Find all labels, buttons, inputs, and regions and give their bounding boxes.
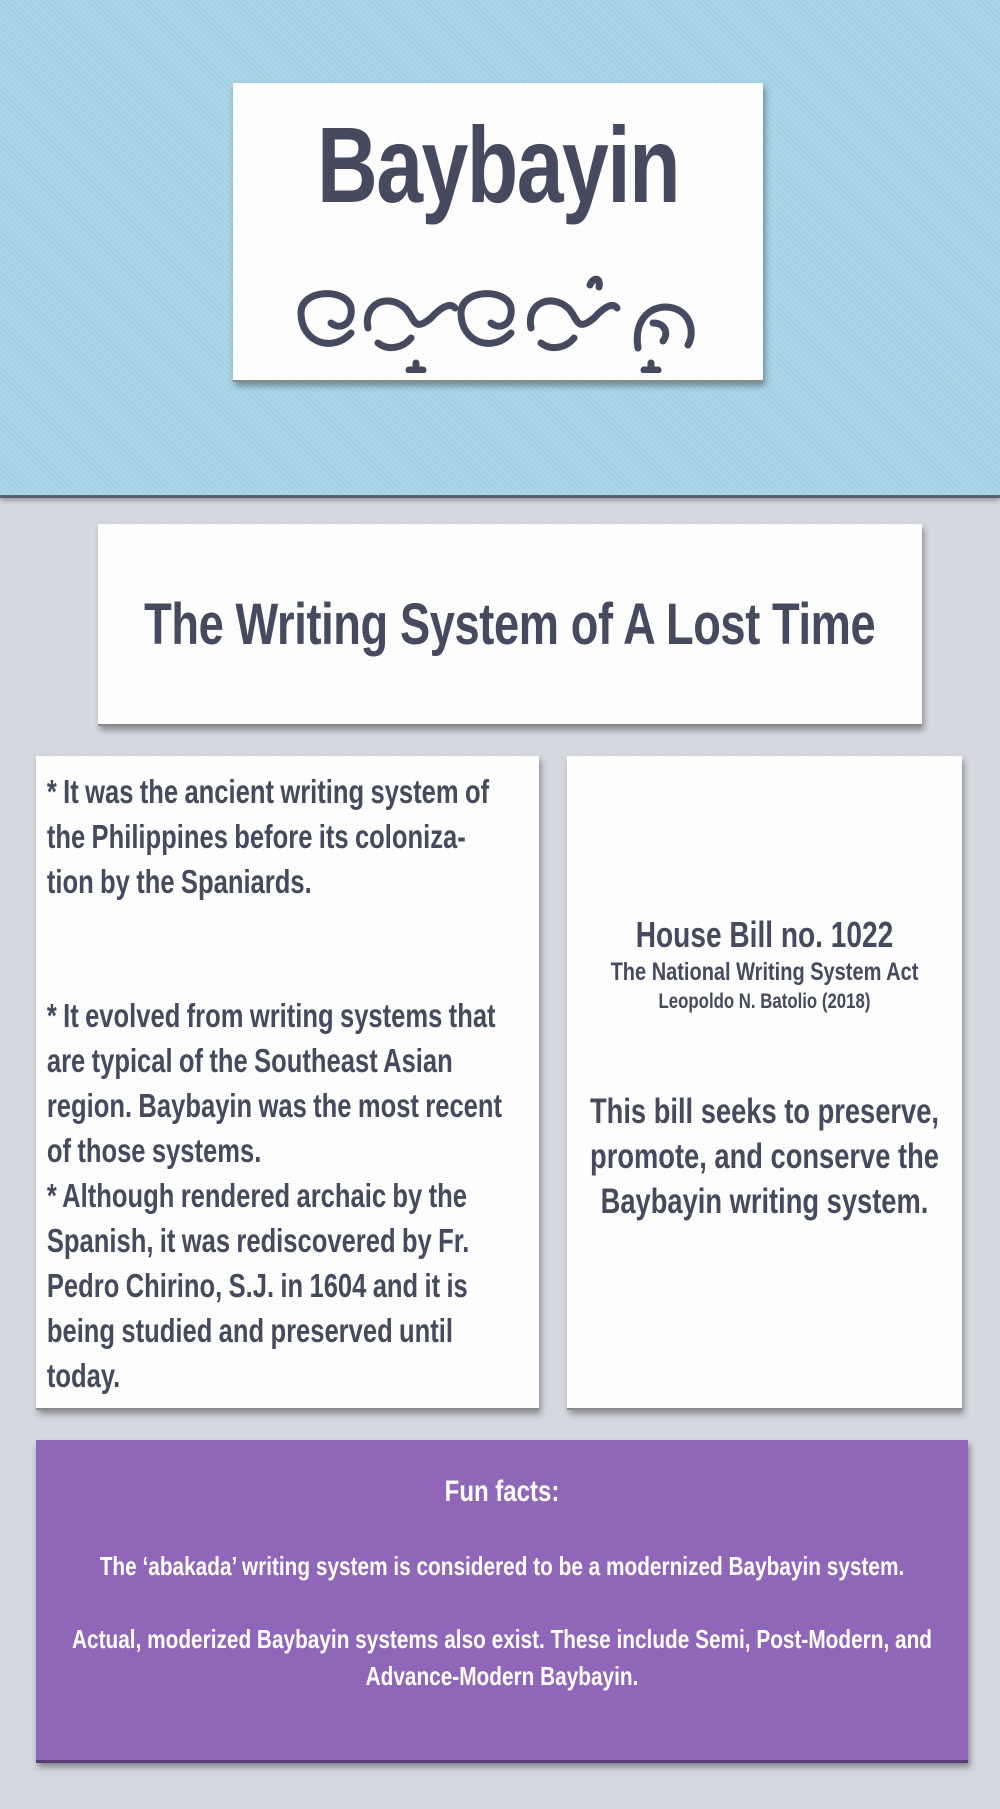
- header-band: Baybayin: [0, 0, 1000, 498]
- history-fact-3: * Although rendered archaic by the Spani…: [46, 1177, 470, 1394]
- fun-fact-1: The ‘abakada’ writing system is consider…: [99, 1551, 905, 1581]
- bill-description: This bill seeks to preserve, promote, an…: [589, 1092, 940, 1221]
- history-fact-1: * It was the ancient writing system of t…: [46, 773, 490, 900]
- history-fact-2: * It evolved from writing systems that a…: [46, 997, 503, 1169]
- history-card: * It was the ancient writing system of t…: [36, 756, 539, 1410]
- bill-card: House Bill no. 1022 The National Writing…: [567, 756, 962, 1410]
- bill-title: House Bill no. 1022: [635, 914, 894, 955]
- subtitle: The Writing System of A Lost Time: [144, 591, 876, 657]
- fun-facts-card: Fun facts: The ‘abakada’ writing system …: [36, 1440, 968, 1763]
- page-title: Baybayin: [316, 104, 681, 225]
- fun-fact-2: Actual, moderized Baybayin systems also …: [71, 1624, 932, 1691]
- subtitle-card: The Writing System of A Lost Time: [98, 524, 922, 726]
- baybayin-script-icon: [297, 275, 695, 373]
- bill-name: The National Writing System Act: [610, 958, 919, 986]
- fun-facts-title: Fun facts:: [444, 1475, 560, 1508]
- title-card: Baybayin: [233, 83, 763, 382]
- bill-author: Leopoldo N. Batolio (2018): [658, 990, 871, 1013]
